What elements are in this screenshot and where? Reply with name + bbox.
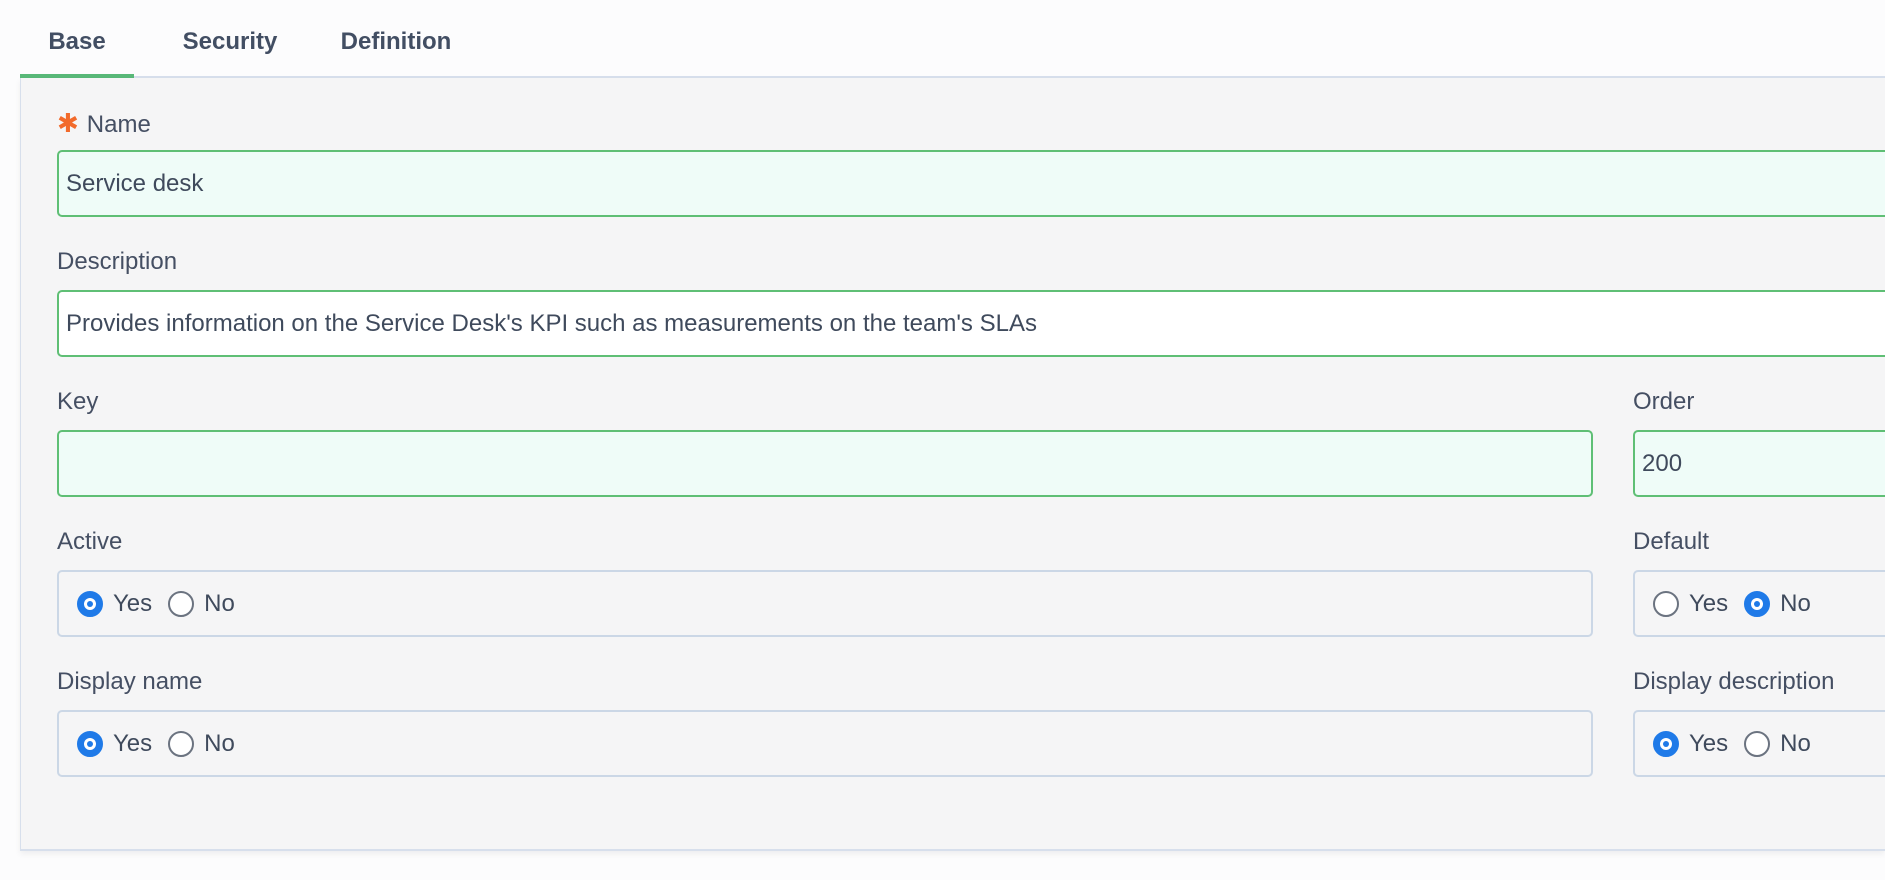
display-name-yes-label: Yes bbox=[113, 729, 153, 757]
display-description-yes-label: Yes bbox=[1689, 729, 1729, 757]
default-label: Default bbox=[1633, 528, 1710, 555]
order-input[interactable] bbox=[1633, 430, 1885, 497]
required-asterisk-icon: ✱ bbox=[57, 108, 79, 138]
active-label: Active bbox=[57, 528, 123, 555]
display-name-label: Display name bbox=[57, 668, 203, 695]
display-name-no-label: No bbox=[204, 729, 235, 757]
default-yes-option[interactable]: Yes bbox=[1653, 590, 1728, 618]
active-no-radio[interactable] bbox=[168, 590, 195, 617]
description-label: Description bbox=[57, 248, 178, 275]
active-yes-radio[interactable] bbox=[77, 590, 103, 617]
key-input[interactable] bbox=[57, 430, 1593, 497]
default-yes-radio[interactable] bbox=[1653, 590, 1679, 617]
key-label: Key bbox=[57, 388, 99, 415]
display-description-no-option[interactable]: No bbox=[1744, 730, 1811, 758]
display-description-yes-radio[interactable] bbox=[1653, 730, 1679, 757]
default-radio-group: Yes No bbox=[1633, 570, 1885, 637]
tab-security[interactable]: Security bbox=[160, 28, 300, 78]
order-label: Order bbox=[1633, 388, 1695, 415]
default-yes-label: Yes bbox=[1689, 589, 1729, 617]
display-name-no-radio[interactable] bbox=[168, 730, 195, 757]
default-no-option[interactable]: No bbox=[1744, 590, 1811, 618]
tab-definition[interactable]: Definition bbox=[316, 28, 476, 78]
active-yes-label: Yes bbox=[113, 589, 153, 617]
display-name-yes-option[interactable]: Yes bbox=[77, 730, 152, 758]
display-description-yes-option[interactable]: Yes bbox=[1653, 730, 1728, 758]
display-description-radio-group: Yes No bbox=[1633, 710, 1885, 777]
name-label-text: Name bbox=[86, 111, 151, 138]
description-input[interactable] bbox=[57, 290, 1885, 357]
tab-base[interactable]: Base bbox=[20, 28, 134, 78]
base-form-panel: ✱ Name Description Key Order Active Yes N… bbox=[20, 78, 1885, 851]
tab-bar: Base Security Definition bbox=[20, 0, 1885, 78]
active-no-option[interactable]: No bbox=[168, 590, 235, 618]
name-label: ✱ Name bbox=[57, 108, 151, 140]
display-name-yes-radio[interactable] bbox=[77, 730, 103, 757]
active-yes-option[interactable]: Yes bbox=[77, 590, 152, 618]
display-name-radio-group: Yes No bbox=[57, 710, 1593, 777]
active-radio-group: Yes No bbox=[57, 570, 1593, 637]
name-input[interactable] bbox=[57, 150, 1885, 217]
default-no-label: No bbox=[1780, 589, 1811, 617]
default-no-radio[interactable] bbox=[1744, 590, 1771, 617]
active-no-label: No bbox=[204, 589, 235, 617]
display-description-label: Display description bbox=[1633, 668, 1835, 695]
display-description-no-radio[interactable] bbox=[1744, 730, 1771, 757]
display-description-no-label: No bbox=[1780, 729, 1811, 757]
display-name-no-option[interactable]: No bbox=[168, 730, 235, 758]
